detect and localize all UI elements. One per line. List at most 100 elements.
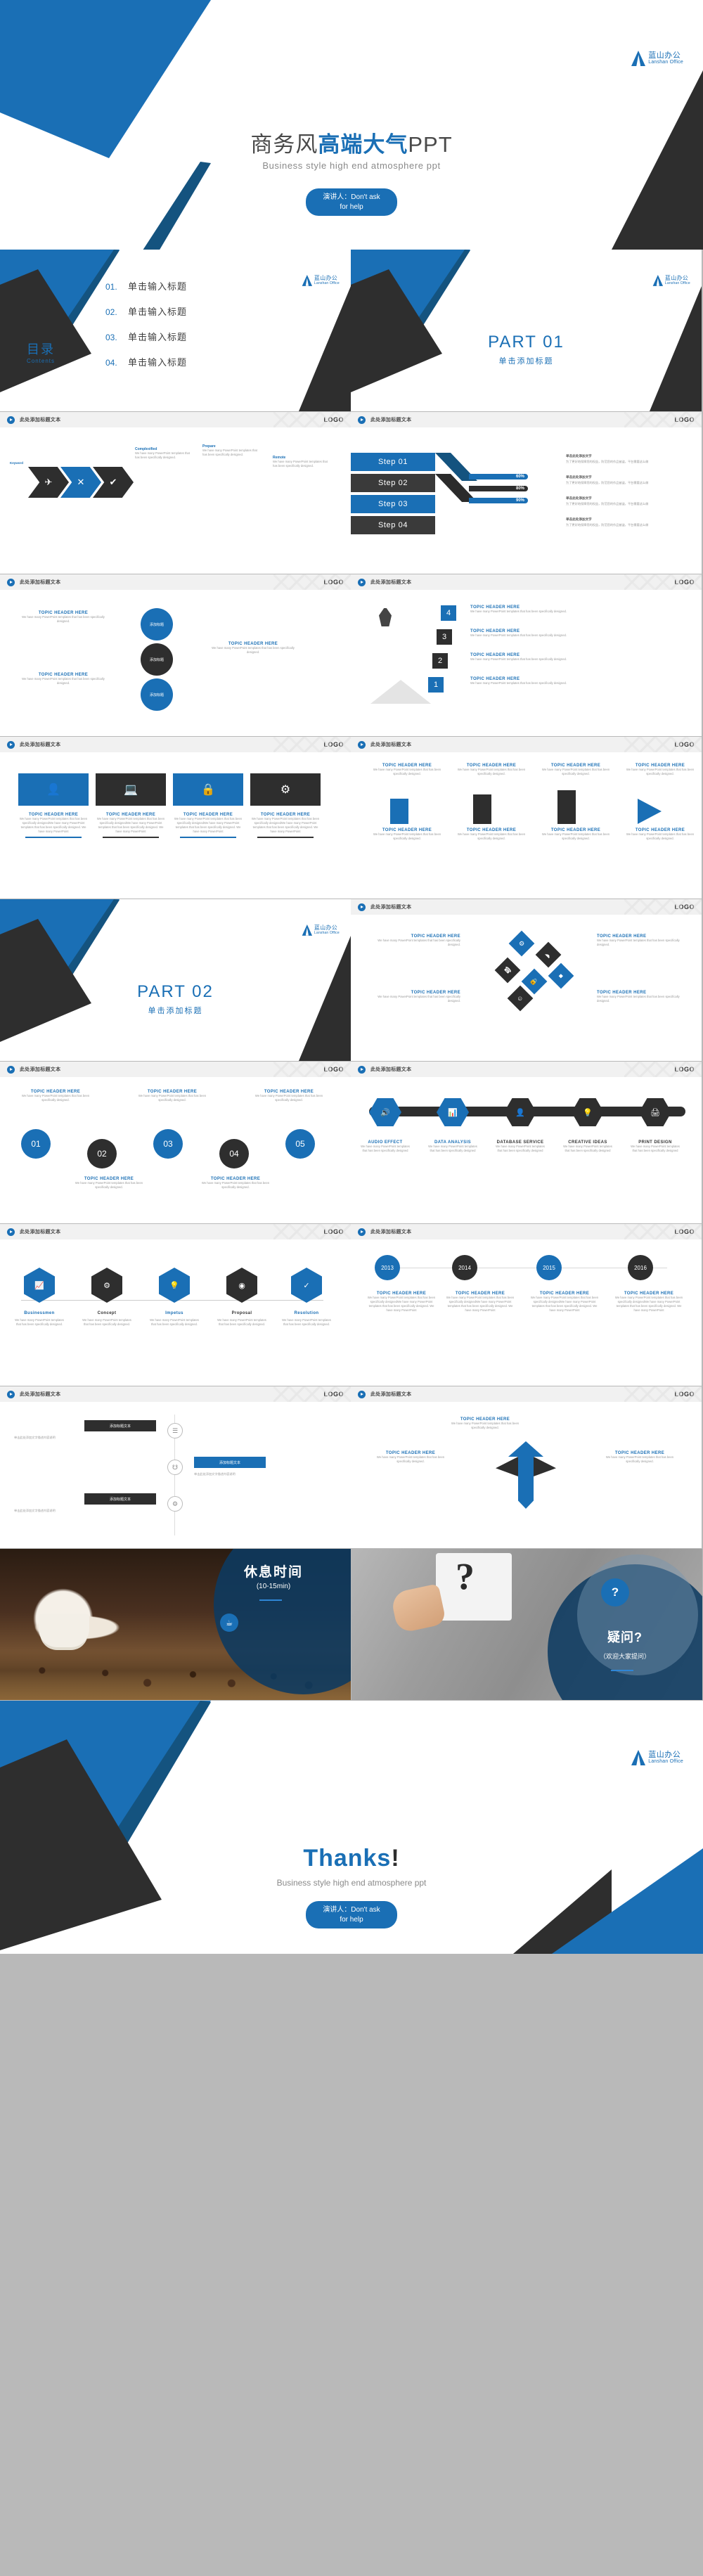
year-node-1[interactable]: 2013 <box>375 1255 400 1280</box>
pencil-wing-left <box>496 1457 518 1476</box>
slide-cover[interactable]: 蓝山办公 Lanshan Office 商务风高端大气PPT Business … <box>0 0 703 250</box>
number-pill-3[interactable]: 03 <box>153 1129 183 1159</box>
topic-body: We have many PowerPoint templates that h… <box>451 1422 520 1430</box>
step-bar-3[interactable]: Step 03 <box>351 495 435 513</box>
play-circle-icon <box>7 740 15 749</box>
slide-contents[interactable]: 蓝山办公 Lanshan Office 目录 Contents 01. 单击输入标… <box>0 250 351 411</box>
pill-text-bottom-2: TOPIC HEADER HERE We have many PowerPoin… <box>197 1177 274 1190</box>
monitor-icon[interactable]: 💻 <box>96 773 166 806</box>
circle-badge-2[interactable]: 添加标题 <box>141 643 173 676</box>
topic-body: We have many PowerPoint templates that h… <box>541 768 610 776</box>
desc-title: 单击此处添加文字 <box>566 496 592 500</box>
contents-label-cn: 目录 <box>27 342 56 356</box>
step-bar-4[interactable]: Step 04 <box>351 516 435 534</box>
ladder-step-4[interactable]: 4 <box>441 605 456 621</box>
user-icon[interactable]: 👤 <box>18 773 89 806</box>
step-percent-1: 60% <box>469 474 528 479</box>
circle-badge-3[interactable]: 添加标题 <box>141 678 173 711</box>
slide-number-pills[interactable]: 此处添加标题文本 LOGO TOPIC HEADER HERE We have … <box>0 1062 351 1223</box>
ladder-step-2[interactable]: 2 <box>432 653 448 669</box>
slide-circle-badges[interactable]: 此处添加标题文本 LOGO 添加标题 添加标题 添加标题 TOPIC HEADE… <box>0 574 351 736</box>
bar-arrow <box>638 799 662 824</box>
printer-icon[interactable]: 🖨 <box>639 1098 671 1126</box>
number-pill-4[interactable]: 04 <box>219 1139 249 1168</box>
callout-body: We have many PowerPoint templates that h… <box>202 449 257 457</box>
gear-icon[interactable]: ⚙ <box>508 930 535 957</box>
slide-year-timeline[interactable]: 此处添加标题文本 LOGO 2013 2014 2015 2016 TOPIC … <box>351 1224 702 1386</box>
slide-steps[interactable]: 此处添加标题文本 LOGO Step 01 Step 02 Step 03 St… <box>351 412 702 574</box>
hex-caption-4: CREATIVE IDEAS We have many PowerPoint t… <box>563 1140 612 1153</box>
chart-icon[interactable]: 📈 <box>24 1268 55 1303</box>
slide-hex-row[interactable]: 此处添加标题文本 LOGO 🔊 📊 👤 💡 🖨 AUDIO EFFECT We … <box>351 1062 702 1223</box>
list-item[interactable]: 02. 单击输入标题 <box>105 304 187 318</box>
ladder-step-3[interactable]: 3 <box>437 629 452 645</box>
hex-body: We have many PowerPoint templates that h… <box>428 1145 477 1153</box>
coffee-cup-icon[interactable]: ☕ <box>220 1614 238 1632</box>
arrow-step-1[interactable]: ✈ <box>28 467 69 498</box>
list-item[interactable]: 01. 单击输入标题 <box>105 279 187 292</box>
play-circle-icon <box>358 1390 366 1398</box>
year-node-3[interactable]: 2015 <box>536 1255 562 1280</box>
topic-body: We have many PowerPoint templates that h… <box>201 1181 270 1190</box>
circle-badge-1[interactable]: 添加标题 <box>141 608 173 640</box>
number-pill-2[interactable]: 02 <box>87 1139 117 1168</box>
topic-body: We have many PowerPoint templates that h… <box>626 832 695 841</box>
slide-diamond-cluster[interactable]: 此处添加标题文本 LOGO ⚙ ☁ ☎ 🔒 ■ ☺ TOPIC HEADER H… <box>351 899 702 1061</box>
phone-icon[interactable]: ☎ <box>494 957 521 984</box>
year-node-4[interactable]: 2016 <box>628 1255 653 1280</box>
circle-text-left-2: TOPIC HEADER HERE We have many PowerPoin… <box>21 673 105 685</box>
checklist-body-2: 单击此处添加文字描述内容说明 <box>194 1472 236 1476</box>
slide-icon-cards[interactable]: 此处添加标题文本 LOGO 👤 💻 🔒 ⚙ TOPIC HEADER HERE … <box>0 737 351 899</box>
person-silhouette-icon <box>379 608 392 626</box>
step-bar-2[interactable]: Step 02 <box>351 474 435 492</box>
topic-body: We have many PowerPoint templates that h… <box>378 939 460 947</box>
timeline-label-2: Concept <box>97 1311 117 1315</box>
database-icon[interactable]: 📊 <box>437 1098 469 1126</box>
lock-icon[interactable]: 🔒 <box>173 773 243 806</box>
topic-body: We have many PowerPoint templates that h… <box>373 768 441 776</box>
target-icon[interactable]: ◉ <box>226 1268 257 1303</box>
slide-thanks[interactable]: 蓝山办公 Lanshan Office Thanks! Business sty… <box>0 1701 703 1954</box>
checklist-chip-1[interactable]: 添加标题文本 <box>84 1420 156 1431</box>
slide-timeline-hex[interactable]: 此处添加标题文本 LOGO 📈 ⚙ 💡 ◉ ✓ Businessmen Conc… <box>0 1224 351 1386</box>
cloud-icon[interactable]: ☁ <box>535 941 562 968</box>
step-bar-1[interactable]: Step 01 <box>351 453 435 471</box>
slide-arrow-process[interactable]: 此处添加标题文本 LOGO ✈ ✕ ✔ Keyword Complexified… <box>0 412 351 574</box>
slide-section-part-01[interactable]: 蓝山办公 Lanshan Office PART 01 单击添加标题 <box>351 250 702 411</box>
slide-header-bar: 此处添加标题文本 LOGO <box>351 737 702 752</box>
check-icon[interactable]: ✓ <box>291 1268 322 1303</box>
checklist-chip-3[interactable]: 添加标题文本 <box>84 1493 156 1505</box>
chart-icon[interactable]: ■ <box>548 962 574 989</box>
slide-break[interactable]: 休息时间 (10-15min) ☕ <box>0 1549 351 1700</box>
hex-body: We have many PowerPoint templates that h… <box>361 1145 410 1153</box>
accent-underline <box>257 837 314 839</box>
thanks-subtitle: Business style high end atmosphere ppt <box>276 1878 427 1888</box>
ladder-step-1[interactable]: 1 <box>428 677 444 693</box>
slide-pencil[interactable]: 此处添加标题文本 LOGO TOPIC HEADER HERE We have … <box>351 1386 702 1548</box>
number-pill-5[interactable]: 05 <box>285 1129 315 1159</box>
play-circle-icon <box>358 578 366 586</box>
number-pill-1[interactable]: 01 <box>21 1129 51 1159</box>
arrow-left-label: Keyword <box>10 461 24 465</box>
gear-icon[interactable]: ⚙ <box>250 773 321 806</box>
slide-questions[interactable]: ? ? 疑问? （欢迎大家提问） <box>352 1549 702 1700</box>
slide-header-title: 此处添加标题文本 <box>20 1392 61 1397</box>
bulb-icon[interactable]: 💡 <box>572 1098 604 1126</box>
checklist-chip-2[interactable]: 添加标题文本 <box>194 1457 266 1468</box>
list-item[interactable]: 03. 单击输入标题 <box>105 330 187 343</box>
speaker-icon[interactable]: 🔊 <box>369 1098 401 1126</box>
slide-header-bar: 此处添加标题文本 LOGO <box>351 1386 702 1402</box>
year-node-2[interactable]: 2014 <box>452 1255 477 1280</box>
logo-name-en: Lanshan Office <box>314 931 340 935</box>
slide-section-part-02[interactable]: 蓝山办公 Lanshan Office PART 02 单击添加标题 <box>0 899 351 1061</box>
brand-logo: 蓝山办公 Lanshan Office <box>631 1750 683 1765</box>
slide-header-bar: 此处添加标题文本 LOGO <box>0 1386 351 1402</box>
question-mark-icon[interactable]: ? <box>601 1578 629 1606</box>
list-item[interactable]: 04. 单击输入标题 <box>105 355 187 368</box>
slide-bar-chart-icons[interactable]: 此处添加标题文本 LOGO TOPIC HEADER HERE We have … <box>351 737 702 899</box>
bulb-icon[interactable]: 💡 <box>159 1268 190 1303</box>
user-icon[interactable]: 👤 <box>504 1098 536 1126</box>
gear-icon[interactable]: ⚙ <box>91 1268 122 1303</box>
slide-ladder[interactable]: 此处添加标题文本 LOGO 4 3 2 1 TOPIC HEADER HERE … <box>351 574 702 736</box>
slide-checklist[interactable]: 此处添加标题文本 LOGO ☰ ☋ ⚙ 添加标题文本 添加标题文本 添加标题文本… <box>0 1386 351 1548</box>
